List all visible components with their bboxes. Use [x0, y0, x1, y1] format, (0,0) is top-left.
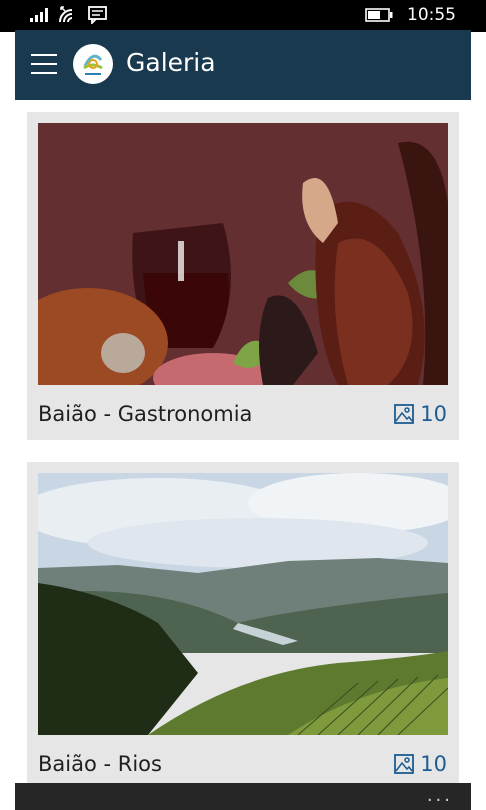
menu-button[interactable]: [31, 54, 57, 74]
gallery-item-title: Baião - Rios: [38, 752, 162, 776]
app-logo: [73, 44, 113, 84]
message-icon: [88, 6, 107, 24]
image-icon: [394, 754, 415, 774]
photo-count: 10: [394, 752, 447, 776]
signal-icon: [30, 8, 48, 22]
photo-count-value: 10: [420, 402, 447, 426]
photo-count: 10: [394, 402, 447, 426]
hamburger-icon-line: [31, 72, 57, 74]
gallery-item[interactable]: Baião - Gastronomia 10: [27, 112, 459, 440]
app-bar: Galeria: [15, 30, 471, 100]
wifi-icon: [59, 6, 73, 23]
bottom-app-bar: ...: [15, 783, 471, 810]
status-time: 10:55: [407, 5, 456, 25]
hamburger-icon-line: [31, 54, 57, 56]
gallery-thumbnail-gastronomia: [38, 123, 448, 385]
status-bar: 10:55: [0, 0, 486, 32]
battery-icon: [365, 8, 393, 22]
hamburger-icon-line: [31, 63, 57, 65]
photo-count-value: 10: [420, 752, 447, 776]
gallery-thumbnail-rios: [38, 473, 448, 735]
image-icon: [394, 404, 415, 424]
page-title: Galeria: [126, 48, 216, 77]
baiao-logo-icon: [83, 54, 103, 75]
gallery-item-title: Baião - Gastronomia: [38, 402, 253, 426]
more-options-button[interactable]: ...: [427, 785, 453, 806]
gallery-item[interactable]: Baião - Rios 10: [27, 462, 459, 792]
